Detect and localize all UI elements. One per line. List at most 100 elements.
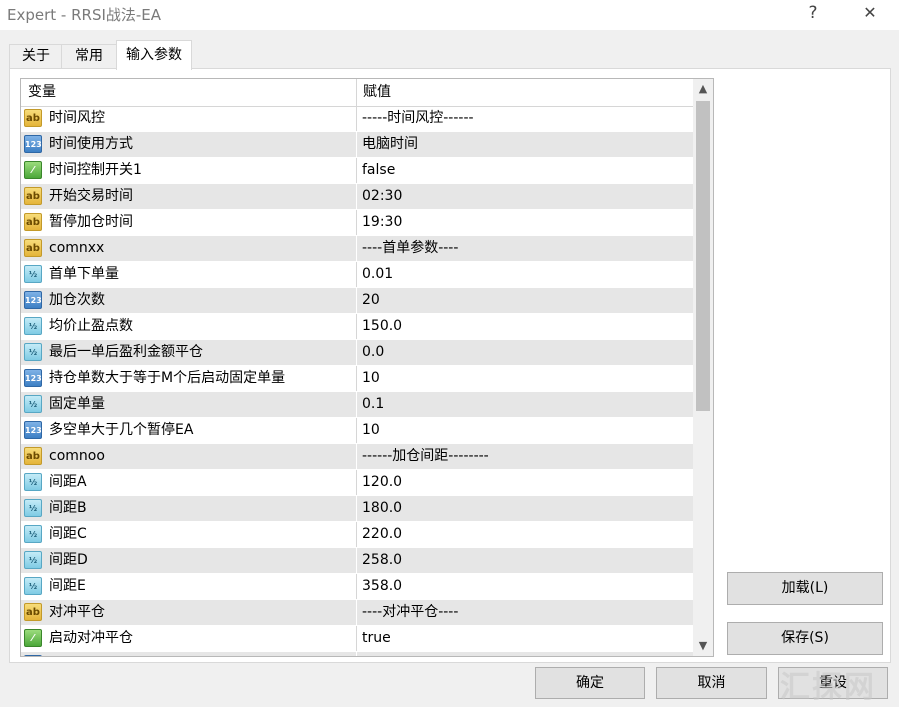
param-value[interactable]: 180.0: [362, 496, 402, 521]
double-param-icon: ½: [24, 577, 42, 595]
cancel-button[interactable]: 取消: [656, 667, 767, 699]
param-name: 均价止盈点数: [49, 318, 133, 334]
table-row[interactable]: ab comnxx ----首单参数----: [21, 236, 693, 262]
param-value[interactable]: true: [362, 626, 391, 651]
param-value[interactable]: 电脑时间: [362, 132, 418, 157]
scroll-down-icon[interactable]: ▼: [693, 636, 713, 656]
param-name: 对冲平仓: [49, 604, 105, 620]
ok-button[interactable]: 确定: [535, 667, 645, 699]
tab-about[interactable]: 关于: [9, 44, 63, 69]
column-divider: [356, 132, 357, 157]
param-value[interactable]: 0.1: [362, 392, 384, 417]
param-value[interactable]: 20: [362, 288, 380, 313]
window-title: Expert - RRSI战法-EA: [7, 6, 162, 24]
param-value[interactable]: 258.0: [362, 548, 402, 573]
table-row[interactable]: ½ 最后一单后盈利金额平仓 0.0: [21, 340, 693, 366]
param-name: 间距A: [49, 474, 87, 490]
param-name: 开始交易时间: [49, 188, 133, 204]
header-variable[interactable]: 变量: [28, 79, 56, 106]
column-divider: [356, 626, 357, 651]
param-value[interactable]: 0.01: [362, 262, 393, 287]
string-param-icon: ab: [24, 603, 42, 621]
param-value[interactable]: 19:30: [362, 210, 402, 235]
column-divider: [356, 392, 357, 417]
double-param-icon: ½: [24, 265, 42, 283]
table-row[interactable]: ab 对冲平仓 ----对冲平仓----: [21, 600, 693, 626]
scroll-up-icon[interactable]: ▲: [693, 79, 713, 99]
param-value[interactable]: false: [362, 158, 395, 183]
param-name: 首单下单量: [49, 266, 119, 282]
table-row[interactable]: ½ 间距D 258.0: [21, 548, 693, 574]
integer-param-icon: 123: [24, 421, 42, 439]
title-bar: Expert - RRSI战法-EA ? ✕: [0, 0, 899, 30]
table-row[interactable]: ⁄ 时间控制开关1 false: [21, 158, 693, 184]
vertical-scrollbar[interactable]: ▲ ▼: [693, 79, 713, 656]
save-button[interactable]: 保存(S): [727, 622, 883, 655]
integer-param-icon: 123: [24, 655, 42, 656]
param-name: 间距C: [49, 526, 87, 542]
close-icon[interactable]: ✕: [847, 0, 893, 28]
table-row[interactable]: ab 时间风控 -----时间风控------: [21, 106, 693, 132]
table-row[interactable]: ⁄ 启动对冲平仓 true: [21, 626, 693, 652]
double-param-icon: ½: [24, 551, 42, 569]
param-value[interactable]: 120.0: [362, 470, 402, 495]
param-value[interactable]: ----对冲平仓----: [362, 600, 458, 625]
table-row[interactable]: ½ 间距E 358.0: [21, 574, 693, 600]
param-name: 最后一单后盈利金额平仓: [49, 344, 203, 360]
string-param-icon: ab: [24, 239, 42, 257]
help-icon[interactable]: ?: [790, 0, 836, 28]
bool-param-icon: ⁄: [24, 629, 42, 647]
table-row[interactable]: ½ 首单下单量 0.01: [21, 262, 693, 288]
table-row[interactable]: ½ 固定单量 0.1: [21, 392, 693, 418]
load-button[interactable]: 加载(L): [727, 572, 883, 605]
table-row[interactable]: ½ 间距A 120.0: [21, 470, 693, 496]
scroll-thumb[interactable]: [696, 101, 710, 411]
tab-inputs[interactable]: 输入参数: [116, 40, 192, 70]
string-param-icon: ab: [24, 187, 42, 205]
string-param-icon: ab: [24, 213, 42, 231]
column-divider: [356, 184, 357, 209]
column-divider: [356, 262, 357, 287]
header-divider[interactable]: [356, 79, 357, 106]
table-row[interactable]: ab 开始交易时间 02:30: [21, 184, 693, 210]
param-value[interactable]: ------加仓间距--------: [362, 444, 489, 469]
tab-common[interactable]: 常用: [61, 44, 117, 69]
double-param-icon: ½: [24, 473, 42, 491]
table-row[interactable]: ab 暂停加仓时间 19:30: [21, 210, 693, 236]
table-row[interactable]: ab comnoo ------加仓间距--------: [21, 444, 693, 470]
table-row[interactable]: ½ 间距C 220.0: [21, 522, 693, 548]
param-value[interactable]: 02:30: [362, 184, 402, 209]
param-value[interactable]: 5: [362, 652, 371, 656]
param-value[interactable]: 150.0: [362, 314, 402, 339]
table-row[interactable]: 123 对冲平仓单数要求 5: [21, 652, 693, 656]
table-row[interactable]: 123 时间使用方式 电脑时间: [21, 132, 693, 158]
string-param-icon: ab: [24, 447, 42, 465]
reset-button[interactable]: 重设: [778, 667, 888, 699]
double-param-icon: ½: [24, 499, 42, 517]
integer-param-icon: 123: [24, 291, 42, 309]
param-value[interactable]: 358.0: [362, 574, 402, 599]
table-row[interactable]: 123 多空单大于几个暂停EA 10: [21, 418, 693, 444]
header-value[interactable]: 赋值: [363, 79, 391, 106]
column-divider: [356, 574, 357, 599]
grid-header: 变量 赋值: [21, 79, 693, 107]
param-name: 暂停加仓时间: [49, 214, 133, 230]
param-value[interactable]: -----时间风控------: [362, 106, 474, 131]
param-value[interactable]: 220.0: [362, 522, 402, 547]
param-value[interactable]: 10: [362, 418, 380, 443]
table-row[interactable]: 123 持仓单数大于等于M个后启动固定单量 10: [21, 366, 693, 392]
param-name: 启动对冲平仓: [49, 630, 133, 646]
table-row[interactable]: 123 加仓次数 20: [21, 288, 693, 314]
column-divider: [356, 158, 357, 183]
table-row[interactable]: ½ 均价止盈点数 150.0: [21, 314, 693, 340]
double-param-icon: ½: [24, 343, 42, 361]
param-value[interactable]: ----首单参数----: [362, 236, 458, 261]
param-name: 多空单大于几个暂停EA: [49, 422, 194, 438]
param-value[interactable]: 0.0: [362, 340, 384, 365]
param-name: 时间控制开关1: [49, 162, 142, 178]
table-row[interactable]: ½ 间距B 180.0: [21, 496, 693, 522]
double-param-icon: ½: [24, 317, 42, 335]
param-value[interactable]: 10: [362, 366, 380, 391]
param-name: 对冲平仓单数要求: [49, 652, 161, 656]
parameters-grid: 变量 赋值 ab 时间风控 -----时间风控------ 123 时间使用方式 电脑时间…: [20, 78, 714, 657]
